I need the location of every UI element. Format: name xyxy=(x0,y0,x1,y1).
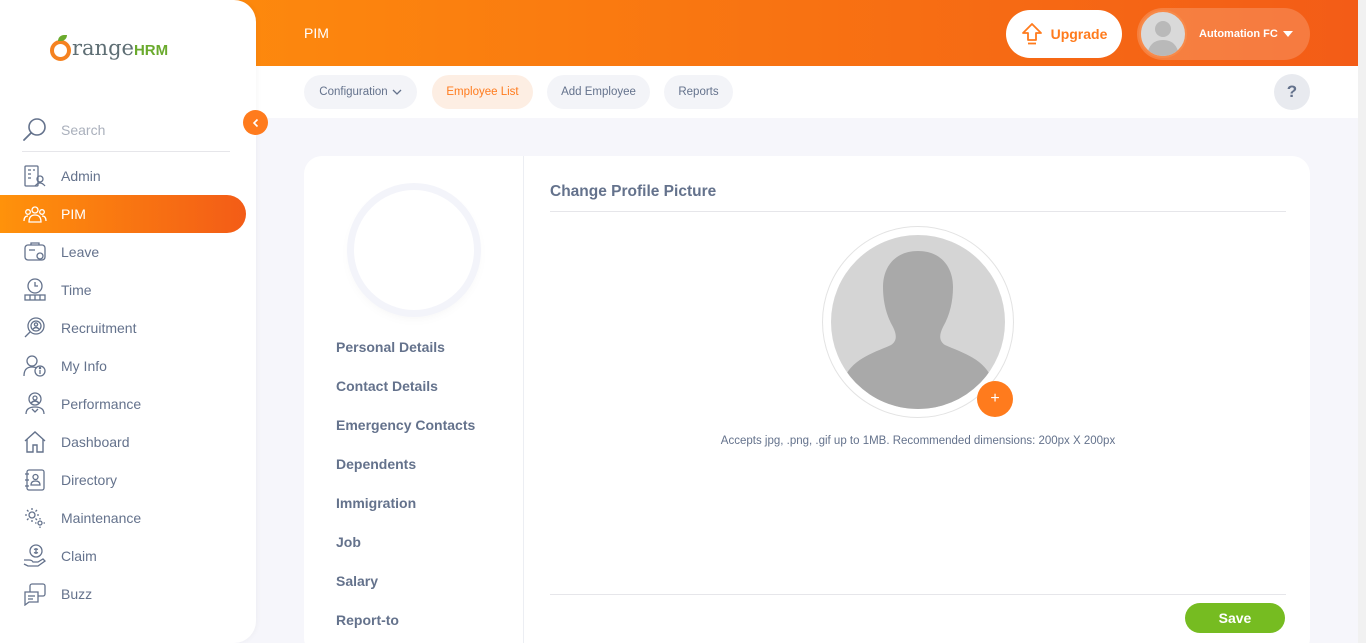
sidebar-item-recruitment[interactable]: Recruitment xyxy=(0,309,246,347)
user-dropdown[interactable]: Automation FC xyxy=(1137,8,1310,60)
tab-employee-list[interactable]: Employee List xyxy=(432,75,533,109)
module-title: PIM xyxy=(304,25,329,41)
sidebar-item-admin[interactable]: Admin xyxy=(0,157,246,195)
sidebar-item-label: Time xyxy=(61,282,92,298)
sidebar-item-claim[interactable]: Claim xyxy=(0,537,246,575)
divider xyxy=(550,594,1286,595)
menu-item-report-to[interactable]: Report-to xyxy=(336,612,399,628)
upgrade-button[interactable]: Upgrade xyxy=(1006,10,1122,58)
scrollbar[interactable] xyxy=(1358,0,1366,643)
sidebar-item-label: Recruitment xyxy=(61,320,137,336)
directory-icon xyxy=(25,469,45,491)
sidebar-item-label: Dashboard xyxy=(61,434,130,450)
sidebar-item-buzz[interactable]: Buzz xyxy=(0,575,246,613)
employee-menu-pane: Personal Details Contact Details Emergen… xyxy=(304,156,524,643)
tab-add-employee[interactable]: Add Employee xyxy=(547,75,650,109)
default-avatar-image[interactable] xyxy=(831,235,1005,409)
leave-icon xyxy=(24,242,46,261)
sidebar-item-label: Admin xyxy=(61,168,101,184)
menu-item-contact-details[interactable]: Contact Details xyxy=(336,378,438,394)
menu-item-salary[interactable]: Salary xyxy=(336,573,378,589)
menu-item-emergency-contacts[interactable]: Emergency Contacts xyxy=(336,417,475,433)
sidebar-item-label: Performance xyxy=(61,396,142,412)
search-input[interactable] xyxy=(61,121,221,138)
collapse-sidebar-button[interactable] xyxy=(243,110,268,135)
search-box xyxy=(22,108,230,152)
logo-text-hrm: HRM xyxy=(133,41,169,59)
pim-icon xyxy=(23,206,47,223)
logo-text: range xyxy=(72,35,134,60)
search-icon xyxy=(23,117,46,141)
dashboard-icon xyxy=(24,431,46,453)
sidebar-item-label: Leave xyxy=(61,244,100,260)
sidebar: range HRM Admin PIM Leave xyxy=(0,0,268,643)
admin-icon xyxy=(24,165,46,187)
recruitment-icon xyxy=(24,317,45,338)
orange-icon xyxy=(50,35,71,61)
help-button[interactable]: ? xyxy=(1274,74,1310,110)
chevron-down-icon xyxy=(1282,31,1293,37)
sidebar-item-leave[interactable]: Leave xyxy=(0,233,246,271)
my-info-icon xyxy=(23,355,46,377)
user-name: Automation FC xyxy=(1199,28,1278,40)
sidebar-item-my-info[interactable]: My Info xyxy=(0,347,246,385)
sidebar-item-label: Buzz xyxy=(61,586,93,602)
sidebar-item-dashboard[interactable]: Dashboard xyxy=(0,423,246,461)
tab-configuration[interactable]: Configuration xyxy=(304,75,417,109)
sidebar-item-label: My Info xyxy=(61,358,107,374)
claim-icon xyxy=(23,544,47,567)
save-button[interactable]: Save xyxy=(1185,603,1285,633)
time-icon xyxy=(24,278,46,301)
chevron-left-icon xyxy=(252,118,258,127)
tab-label: Employee List xyxy=(446,86,519,98)
employee-profile-image[interactable] xyxy=(354,190,474,310)
performance-icon xyxy=(25,392,45,415)
sidebar-item-label: Maintenance xyxy=(61,510,142,526)
upgrade-label: Upgrade xyxy=(1050,26,1108,42)
sub-navigation: Configuration Employee List Add Employee… xyxy=(256,66,1358,118)
sidebar-item-performance[interactable]: Performance xyxy=(0,385,246,423)
chevron-down-icon xyxy=(392,89,402,95)
upgrade-icon xyxy=(1021,23,1042,45)
tab-reports[interactable]: Reports xyxy=(664,75,733,109)
tab-label: Reports xyxy=(678,86,719,98)
employee-detail-card: Personal Details Contact Details Emergen… xyxy=(304,156,1310,643)
sidebar-item-label: Directory xyxy=(61,472,118,488)
plus-icon: + xyxy=(990,390,1000,407)
maintenance-icon xyxy=(25,508,45,528)
buzz-icon xyxy=(24,583,46,606)
sidebar-item-time[interactable]: Time xyxy=(0,271,246,309)
menu-item-immigration[interactable]: Immigration xyxy=(336,495,416,511)
sidebar-item-pim[interactable]: PIM xyxy=(0,195,246,233)
tab-label: Add Employee xyxy=(561,86,636,98)
divider xyxy=(550,211,1286,212)
brand-logo[interactable]: range HRM xyxy=(50,34,168,61)
tab-label: Configuration xyxy=(319,86,388,98)
add-photo-button[interactable]: + xyxy=(977,381,1013,417)
sidebar-item-maintenance[interactable]: Maintenance xyxy=(0,499,246,537)
upload-hint: Accepts jpg, .png, .gif up to 1MB. Recom… xyxy=(720,435,1116,447)
help-icon: ? xyxy=(1286,82,1298,101)
sidebar-item-label: Claim xyxy=(61,548,97,564)
menu-item-dependents[interactable]: Dependents xyxy=(336,456,416,472)
change-profile-picture-pane: Change Profile Picture + Accepts jpg, .p… xyxy=(550,156,1286,643)
avatar xyxy=(1139,10,1187,58)
menu-item-personal-details[interactable]: Personal Details xyxy=(336,339,445,355)
menu-item-job[interactable]: Job xyxy=(336,534,361,550)
sidebar-item-label: PIM xyxy=(61,206,86,222)
sidebar-item-directory[interactable]: Directory xyxy=(0,461,246,499)
page-title: Change Profile Picture xyxy=(550,183,717,200)
